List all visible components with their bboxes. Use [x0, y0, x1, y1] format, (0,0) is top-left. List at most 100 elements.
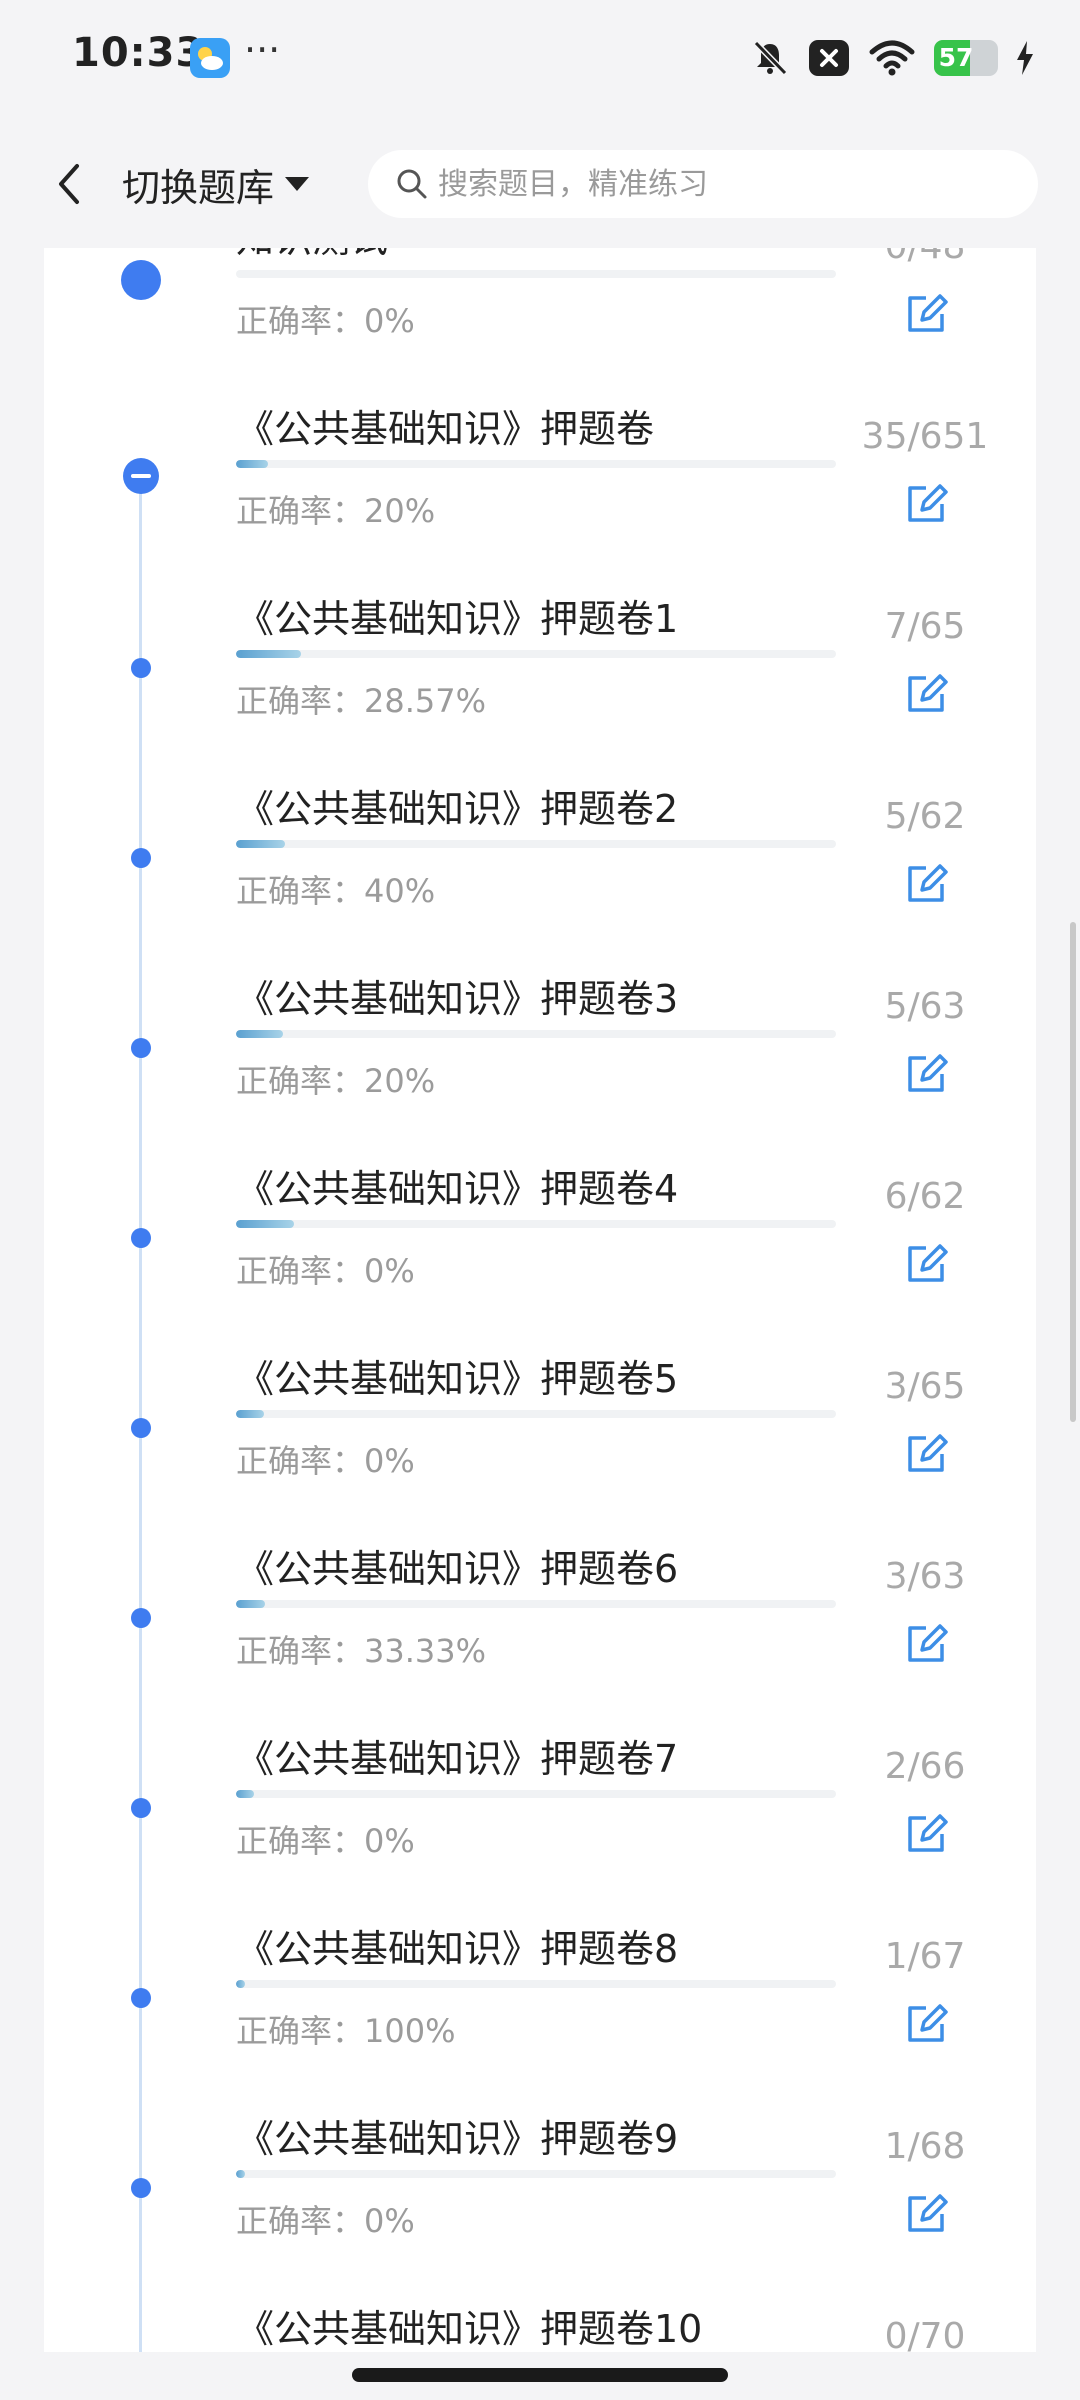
- weather-icon: [190, 38, 230, 78]
- item-title: 《公共基础知识》押题卷4: [236, 1167, 679, 1211]
- charging-icon: [1017, 41, 1033, 75]
- progress-track: [236, 270, 836, 278]
- list-item[interactable]: 《公共基础知识》押题卷10正确率：0/70: [44, 2282, 1036, 2352]
- accuracy-label: 正确率：: [236, 872, 365, 910]
- accuracy-label: 正确率：: [236, 2012, 365, 2050]
- accuracy-text: 正确率：0%: [236, 1246, 415, 1292]
- list-item[interactable]: 《公共基础知识》押题卷7 正确率：0% 2/66: [44, 1712, 1036, 1902]
- question-count: 35/651: [861, 416, 989, 457]
- edit-icon: [908, 1244, 948, 1282]
- question-count: 5/63: [884, 986, 966, 1027]
- item-title: 《公共基础知识》押题卷1: [236, 597, 679, 641]
- progress-fill: [236, 840, 285, 848]
- x-icon: [809, 40, 849, 76]
- accuracy-value: 28.57%: [364, 682, 487, 720]
- accuracy-value: 33.33%: [364, 1632, 487, 1670]
- item-title: 《公共基础知识》押题卷7: [236, 1737, 679, 1781]
- search-bar[interactable]: [368, 150, 1038, 218]
- question-count: 1/67: [884, 1936, 966, 1977]
- practice-edit-button[interactable]: [896, 1044, 956, 1104]
- edit-icon: [908, 484, 948, 522]
- accuracy-label: 正确率：: [236, 1632, 365, 1670]
- edit-icon: [908, 1624, 948, 1662]
- practice-edit-button[interactable]: [896, 1614, 956, 1674]
- progress-fill: [236, 650, 301, 658]
- edit-icon: [908, 674, 948, 712]
- progress-track: [236, 1220, 836, 1228]
- progress-track: [236, 1410, 836, 1418]
- status-overflow-dots: ···: [244, 28, 281, 72]
- list-item[interactable]: 《公共基础知识》押题卷5 正确率：0% 3/65: [44, 1332, 1036, 1522]
- question-count: 3/65: [884, 1366, 966, 1407]
- progress-track: [236, 650, 836, 658]
- accuracy-label: 正确率：: [236, 682, 365, 720]
- practice-edit-button[interactable]: [896, 1234, 956, 1294]
- edit-icon: [908, 1814, 948, 1852]
- question-count: 3/63: [884, 1556, 966, 1597]
- practice-edit-button[interactable]: [896, 284, 956, 344]
- back-button[interactable]: [38, 152, 102, 216]
- practice-edit-button[interactable]: [896, 474, 956, 534]
- timeline-node-icon: [131, 2178, 151, 2198]
- scrollbar-thumb[interactable]: [1070, 922, 1076, 1422]
- accuracy-text: 正确率：0%: [236, 1436, 415, 1482]
- timeline-node-icon: [131, 848, 151, 868]
- timeline-node-icon: [131, 1608, 151, 1628]
- progress-fill: [236, 460, 268, 468]
- list-item[interactable]: 《公共基础知识》押题卷1 正确率：28.57% 7/65: [44, 572, 1036, 762]
- status-time: 10:33: [72, 30, 205, 76]
- progress-track: [236, 1980, 836, 1988]
- list-item[interactable]: 《公共基础知识》押题卷3 正确率：20% 5/63: [44, 952, 1036, 1142]
- question-count: 0/70: [884, 2316, 966, 2352]
- progress-track: [236, 840, 836, 848]
- timeline-node-icon: [121, 260, 161, 300]
- progress-fill: [236, 1790, 254, 1798]
- practice-edit-button[interactable]: [896, 1424, 956, 1484]
- accuracy-value: 0%: [364, 1442, 415, 1480]
- accuracy-value: 0%: [364, 1822, 415, 1860]
- question-count: 6/62: [884, 1176, 966, 1217]
- accuracy-text: 正确率：28.57%: [236, 676, 486, 722]
- accuracy-label: 正确率：: [236, 1442, 365, 1480]
- list-item[interactable]: 《公共基础知识》押题卷 正确率：20% 35/651: [44, 382, 1036, 572]
- accuracy-value: 20%: [364, 1062, 436, 1100]
- list-item[interactable]: 《公共基础知识》押题卷9 正确率：0% 1/68: [44, 2092, 1036, 2282]
- question-count: 0/48: [850, 248, 1000, 267]
- progress-track: [236, 1790, 836, 1798]
- progress-fill: [236, 2170, 245, 2178]
- list-item[interactable]: 《公共基础知识》押题卷4 正确率：0% 6/62: [44, 1142, 1036, 1332]
- list-item[interactable]: 知识测试正确率：0% 0/48: [44, 248, 1036, 382]
- timeline-node-icon: [131, 1798, 151, 1818]
- accuracy-value: 40%: [364, 872, 436, 910]
- accuracy-label: 正确率：: [236, 1252, 365, 1290]
- practice-edit-button[interactable]: [896, 854, 956, 914]
- accuracy-value: 0%: [364, 302, 415, 340]
- list-item[interactable]: 《公共基础知识》押题卷6 正确率：33.33% 3/63: [44, 1522, 1036, 1712]
- item-title: 《公共基础知识》押题卷3: [236, 977, 679, 1021]
- progress-fill: [236, 1600, 265, 1608]
- list-item[interactable]: 《公共基础知识》押题卷8 正确率：100% 1/67: [44, 1902, 1036, 2092]
- question-count: 7/65: [884, 606, 966, 647]
- battery-level: 57: [938, 43, 974, 72]
- accuracy-text: 正确率：0%: [236, 1816, 415, 1862]
- switch-question-bank-button[interactable]: 切换题库: [122, 154, 310, 214]
- practice-edit-button[interactable]: [896, 2184, 956, 2244]
- edit-icon: [908, 294, 948, 332]
- item-title: 《公共基础知识》押题卷10: [236, 2307, 703, 2351]
- collapse-node-icon[interactable]: [123, 458, 159, 494]
- search-input[interactable]: [438, 166, 998, 202]
- timeline-node-icon: [131, 1038, 151, 1058]
- chevron-left-icon: [59, 164, 79, 204]
- accuracy-label: 正确率：: [236, 1062, 365, 1100]
- edit-icon: [908, 2194, 948, 2232]
- list-item[interactable]: 《公共基础知识》押题卷2 正确率：40% 5/62: [44, 762, 1036, 952]
- accuracy-text: 正确率：33.33%: [236, 1626, 486, 1672]
- practice-edit-button[interactable]: [896, 1994, 956, 2054]
- practice-edit-button[interactable]: [896, 1804, 956, 1864]
- practice-edit-button[interactable]: [896, 664, 956, 724]
- wifi-icon: [869, 40, 915, 76]
- timeline-node-icon: [131, 658, 151, 678]
- home-indicator[interactable]: [352, 2368, 728, 2382]
- accuracy-value: 0%: [364, 2202, 415, 2240]
- accuracy-text: 正确率：20%: [236, 1056, 435, 1102]
